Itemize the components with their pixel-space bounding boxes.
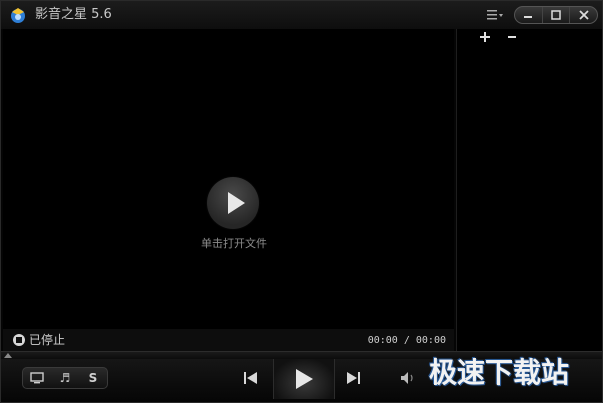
minimize-button[interactable] <box>515 7 543 23</box>
maximize-icon <box>551 10 561 20</box>
open-file-label[interactable]: 单击打开文件 <box>181 237 287 251</box>
previous-button[interactable] <box>241 369 261 387</box>
watermark-text: 极速下载站 <box>429 356 570 389</box>
menu-icon[interactable] <box>485 8 505 22</box>
stop-status-icon <box>13 334 25 346</box>
subtitle-icon: S <box>88 371 98 385</box>
playlist-remove-icon[interactable] <box>505 30 519 44</box>
time-display: 00:00 / 00:00 <box>367 335 446 346</box>
app-title: 影音之星 5.6 <box>35 7 112 22</box>
screen-mode-button[interactable] <box>23 368 51 388</box>
status-text: 已停止 <box>29 333 66 347</box>
app-logo-icon <box>11 8 25 23</box>
playlist-panel[interactable] <box>456 29 602 351</box>
play-button[interactable] <box>273 359 335 399</box>
subtitle-button[interactable]: S <box>79 368 107 388</box>
close-button[interactable] <box>570 7 597 23</box>
seek-handle[interactable] <box>4 353 12 358</box>
maximize-button[interactable] <box>543 7 571 23</box>
audio-mode-button[interactable]: ♬ <box>51 368 79 388</box>
next-button[interactable] <box>343 369 363 387</box>
play-icon <box>228 192 245 214</box>
play-icon <box>296 369 313 389</box>
next-icon <box>347 372 360 384</box>
mode-buttons: ♬ S <box>22 367 108 389</box>
player-window: 影音之星 5.6 单击打开文件 已停止 00:00 / 00:00 ♬ S 极速… <box>0 0 603 403</box>
previous-icon <box>244 372 257 384</box>
status-bar: 已停止 00:00 / 00:00 <box>3 329 454 351</box>
open-file-play-button[interactable] <box>207 177 259 229</box>
playlist-add-icon[interactable] <box>478 30 492 44</box>
window-controls <box>514 6 598 24</box>
screen-icon <box>30 372 44 384</box>
close-icon <box>579 10 589 20</box>
volume-button[interactable] <box>399 370 419 386</box>
minimize-icon <box>524 16 533 18</box>
music-note-icon: ♬ <box>59 371 71 385</box>
title-bar[interactable]: 影音之星 5.6 <box>1 1 602 29</box>
speaker-icon <box>401 372 413 384</box>
